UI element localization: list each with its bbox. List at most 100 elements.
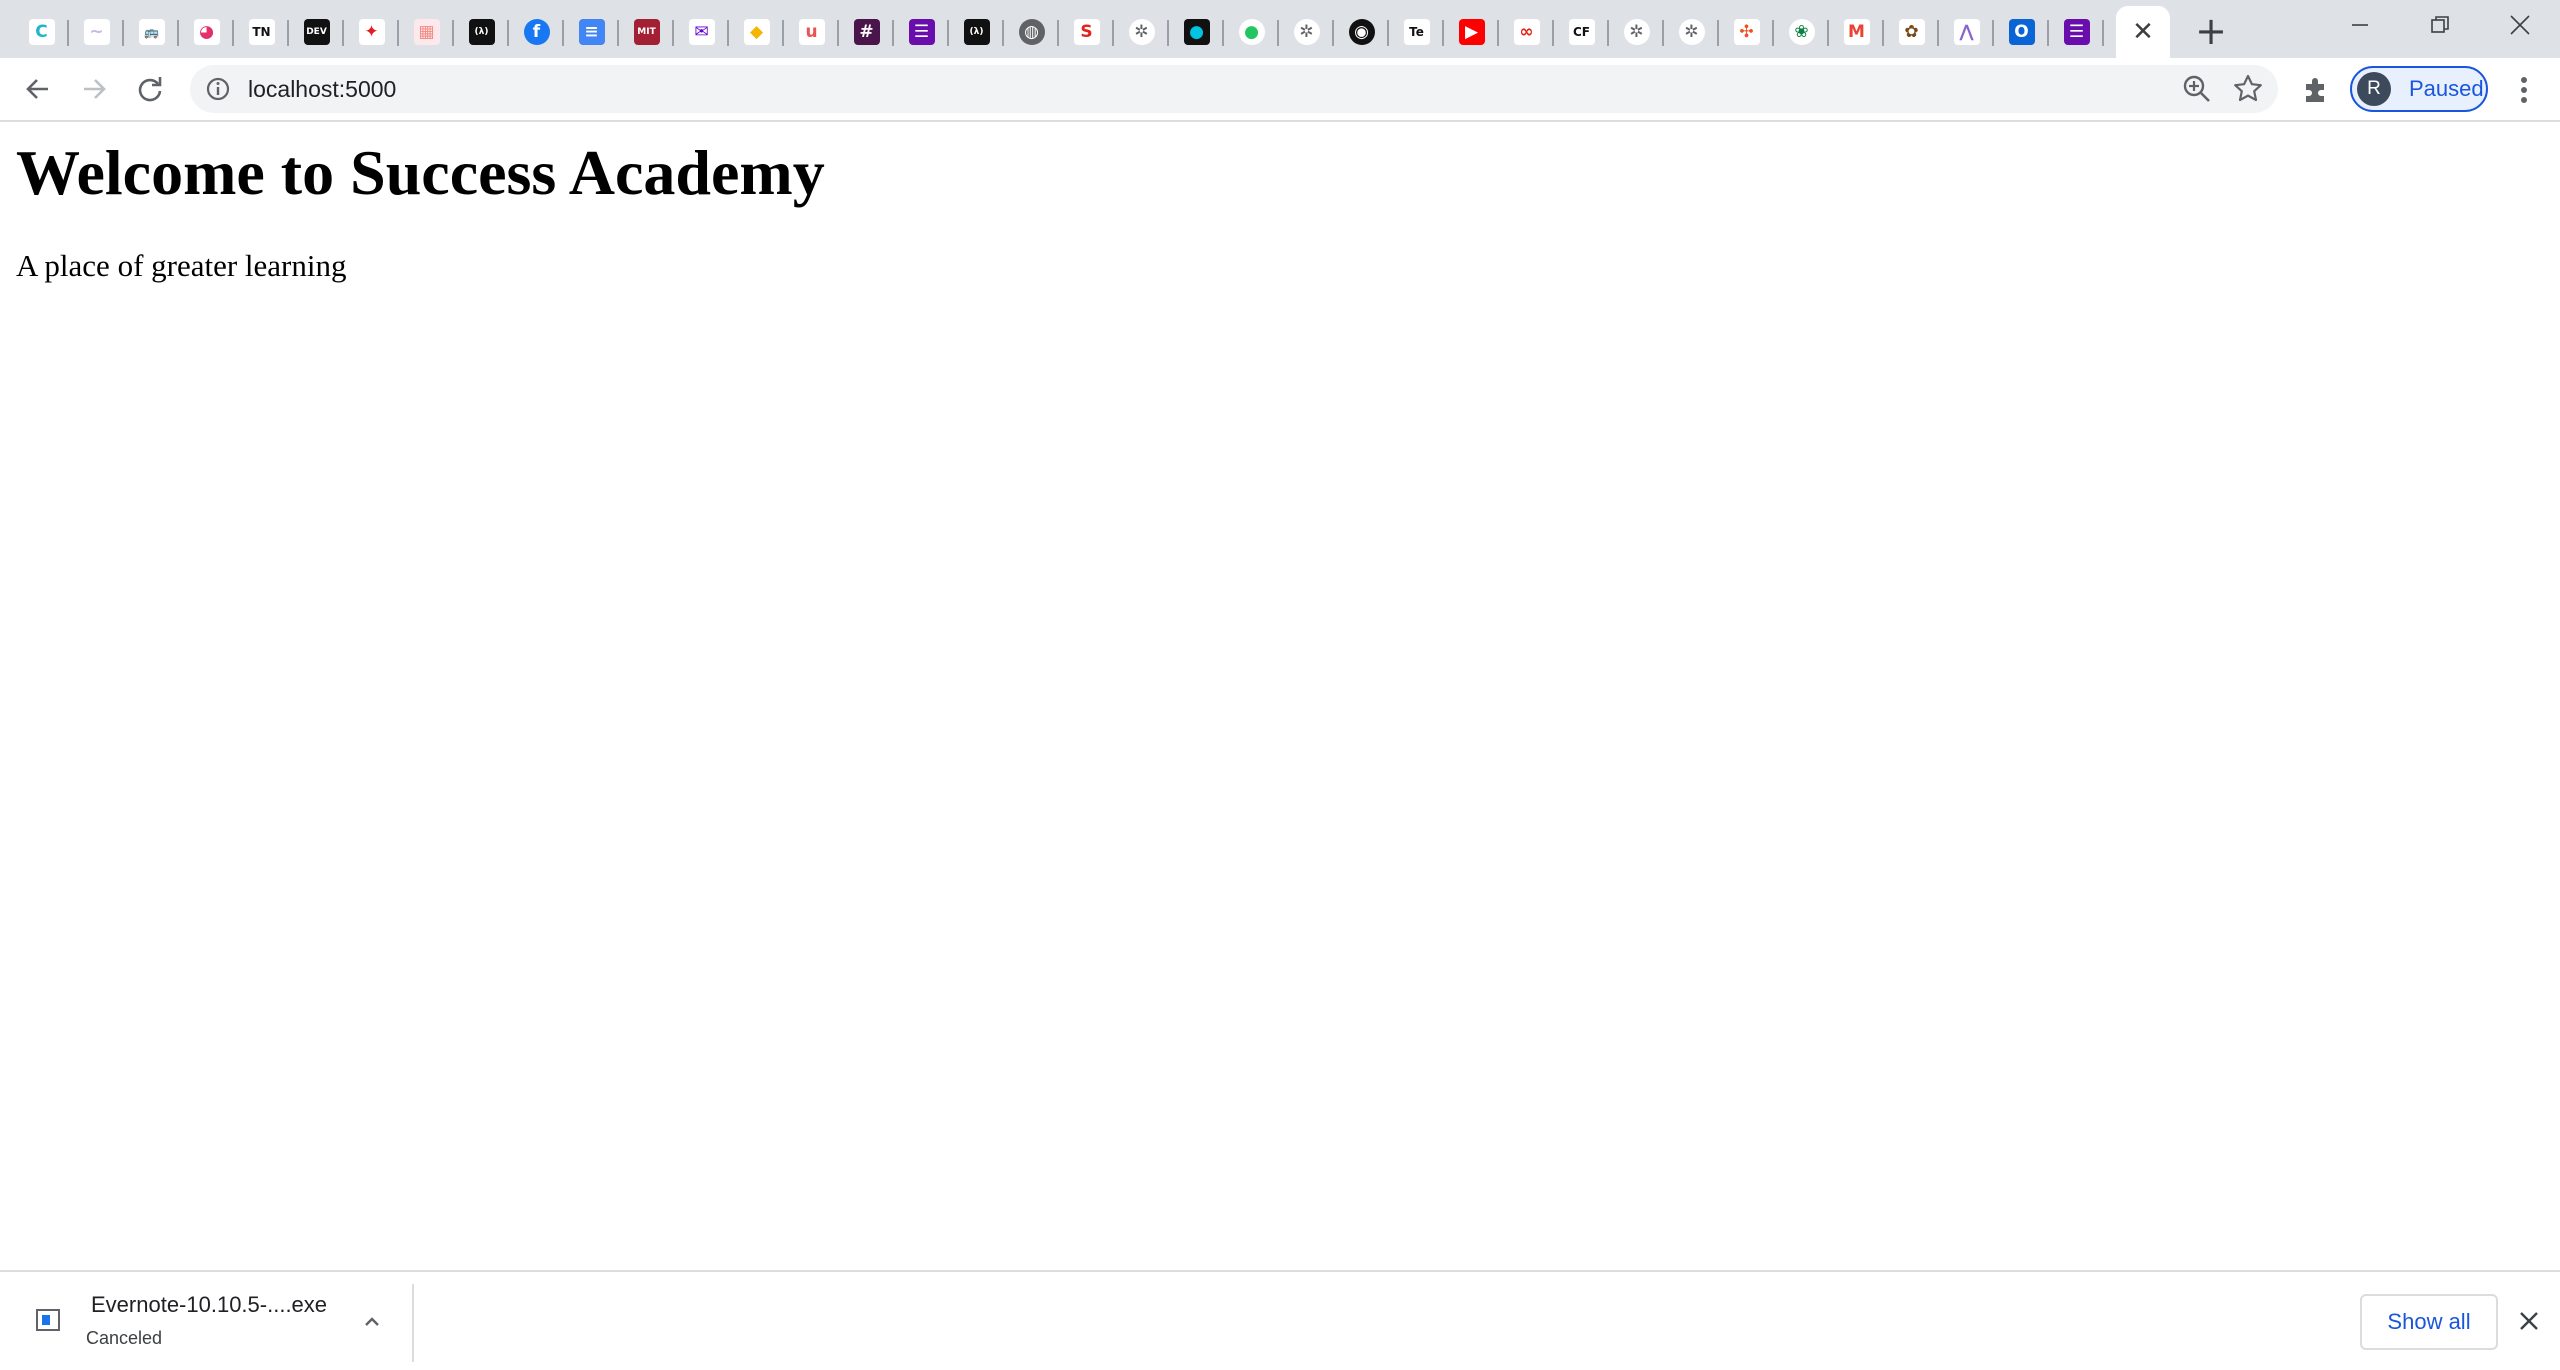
google-docs-icon: ≡: [578, 19, 605, 45]
pinned-tab[interactable]: (λ): [949, 6, 1004, 58]
figma-icon: ✣: [1733, 19, 1760, 45]
zoom-icon[interactable]: [2182, 74, 2212, 104]
tab-separator: [2102, 20, 2104, 46]
pinned-tab[interactable]: ✉: [674, 6, 729, 58]
page-title: Welcome to Success Academy: [16, 137, 825, 208]
slack-icon: #: [853, 19, 880, 45]
youtube-icon: ▶: [1458, 19, 1485, 45]
chevron-up-icon[interactable]: [358, 1308, 386, 1336]
pinned-tab[interactable]: ∞: [1499, 6, 1554, 58]
pinned-tab[interactable]: O: [1994, 6, 2049, 58]
pinned-tab[interactable]: ❀: [1774, 6, 1829, 58]
site-info-icon[interactable]: [204, 75, 232, 103]
download-status: Canceled: [86, 1328, 163, 1348]
close-shelf-icon[interactable]: [2514, 1306, 2544, 1336]
pinned-tab[interactable]: ✲: [1279, 6, 1334, 58]
pinned-tab[interactable]: ☰: [2049, 6, 2104, 58]
github-icon: ◉: [1348, 19, 1375, 45]
new-tab-button[interactable]: +: [2190, 9, 2232, 53]
pinned-tab[interactable]: ◕: [179, 6, 234, 58]
pinned-tab[interactable]: TN: [234, 6, 289, 58]
profile-status: Paused: [2409, 76, 2484, 101]
pinned-tab[interactable]: ◍: [1004, 6, 1059, 58]
pinned-tab[interactable]: ✲: [1114, 6, 1169, 58]
default-globe-icon: ✲: [1623, 19, 1650, 45]
crest-icon: ❀: [1788, 19, 1815, 45]
globe-icon: ◍: [1018, 19, 1045, 45]
file-icon: [36, 1309, 60, 1331]
udemy-icon: u: [798, 19, 825, 45]
default-globe-icon: ✲: [1678, 19, 1705, 45]
teal-circle-icon: ●: [1238, 19, 1265, 45]
show-all-button[interactable]: Show all: [2360, 1294, 2498, 1350]
gmail-icon: M: [1843, 19, 1870, 45]
download-file-name[interactable]: Evernote-10.10.5-....exe: [91, 1292, 327, 1318]
restore-icon: [2431, 16, 2449, 33]
download-item[interactable]: Evernote-10.10.5-....exe Canceled: [0, 1272, 414, 1370]
pinned-tab[interactable]: u: [784, 6, 839, 58]
pinned-tab[interactable]: ☰: [894, 6, 949, 58]
pinned-tab[interactable]: ◉: [1334, 6, 1389, 58]
cf-icon: CF: [1568, 19, 1595, 45]
pinned-tab[interactable]: (λ): [454, 6, 509, 58]
pinned-tab[interactable]: M: [1829, 6, 1884, 58]
restore-button[interactable]: [2400, 0, 2480, 50]
pinned-tab[interactable]: ~: [69, 6, 124, 58]
list-icon: ☰: [908, 19, 935, 45]
cyan-dot-icon: ●: [1183, 19, 1210, 45]
browser-toolbar: localhost:5000 R Paused: [0, 58, 2560, 120]
mit-ocw-icon: MIT: [633, 19, 660, 45]
codesandbox-c-icon: C: [28, 19, 55, 45]
pinned-tab[interactable]: CF: [1554, 6, 1609, 58]
pinned-tab[interactable]: ✲: [1664, 6, 1719, 58]
arrow-right-icon: [84, 79, 106, 99]
pinned-tab[interactable]: ●: [1224, 6, 1279, 58]
address-bar[interactable]: localhost:5000: [190, 65, 2278, 113]
active-tab[interactable]: ✕: [2116, 6, 2170, 58]
pinned-tab[interactable]: C: [14, 6, 69, 58]
outlook-icon: O: [2008, 19, 2035, 45]
pinned-tab[interactable]: S: [1059, 6, 1114, 58]
close-tab-icon[interactable]: ✕: [2132, 17, 2154, 47]
pinned-tab[interactable]: ◆: [729, 6, 784, 58]
pinned-tab[interactable]: ⋀: [1939, 6, 1994, 58]
extensions-puzzle-icon[interactable]: [2300, 74, 2332, 106]
pinned-tab[interactable]: ✿: [1884, 6, 1939, 58]
pinned-tab[interactable]: DEV: [289, 6, 344, 58]
reload-icon: [138, 77, 162, 102]
pinned-tab[interactable]: Te: [1389, 6, 1444, 58]
pinned-tab[interactable]: ✣: [1719, 6, 1774, 58]
url-text[interactable]: localhost:5000: [248, 65, 396, 113]
pinned-tab[interactable]: ▶: [1444, 6, 1499, 58]
profile-button[interactable]: R Paused: [2350, 66, 2488, 112]
page-content: Welcome to Success Academy A place of gr…: [0, 122, 2560, 1270]
page-subtitle: A place of greater learning: [16, 248, 347, 283]
browser-window: C ~ 🚌 ◕ TN DEV ✦ ▦ (λ) f ≡ MIT ✉ ◆ u # ☰ (λ) ◍ S ✲ ● ● ✲ ◉ Te ▶ ∞ CF…: [0, 0, 2560, 1370]
more-menu-icon[interactable]: [2512, 74, 2536, 106]
freecodecamp-icon: (λ): [468, 19, 495, 45]
pinned-tab[interactable]: ✲: [1609, 6, 1664, 58]
close-window-icon: [2510, 15, 2530, 35]
download-shelf: Evernote-10.10.5-....exe Canceled Show a…: [0, 1270, 2560, 1370]
globe-colored-icon: ◕: [193, 19, 220, 45]
pinned-tab[interactable]: f: [509, 6, 564, 58]
pinned-tab[interactable]: MIT: [619, 6, 674, 58]
list-icon: ☰: [2063, 19, 2090, 45]
pinned-tab[interactable]: ≡: [564, 6, 619, 58]
bookmark-star-icon[interactable]: [2232, 73, 2264, 105]
pinned-tab[interactable]: ✦: [344, 6, 399, 58]
minimize-button[interactable]: [2320, 0, 2400, 50]
pinned-tab[interactable]: 🚌: [124, 6, 179, 58]
chart-icon: ⋀: [1953, 19, 1980, 45]
shield-icon: ◆: [743, 19, 770, 45]
back-button[interactable]: [16, 67, 60, 111]
close-window-button[interactable]: [2480, 0, 2560, 50]
reload-button[interactable]: [128, 67, 172, 111]
pinned-tab[interactable]: #: [839, 6, 894, 58]
dev-icon: DEV: [303, 19, 330, 45]
pinned-tab[interactable]: ▦: [399, 6, 454, 58]
colorful-square-icon: ▦: [413, 19, 440, 45]
forward-button[interactable]: [72, 67, 116, 111]
crest-icon: ✿: [1898, 19, 1925, 45]
pinned-tab[interactable]: ●: [1169, 6, 1224, 58]
